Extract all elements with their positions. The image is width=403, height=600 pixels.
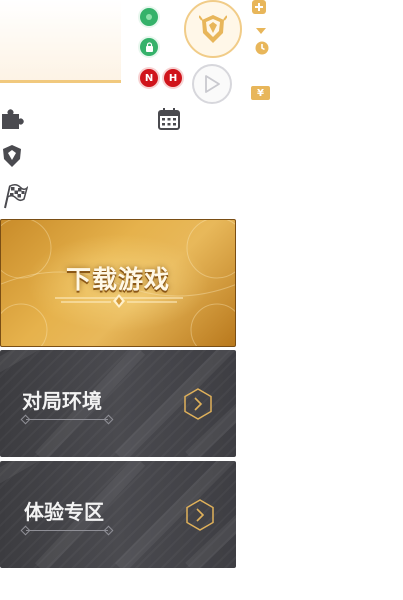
top-panel	[0, 0, 121, 83]
chevron-right-icon[interactable]	[185, 499, 215, 531]
chevron-right-icon[interactable]	[183, 388, 213, 420]
match-environment-banner[interactable]: 对局环境	[0, 350, 236, 457]
caret-down-icon[interactable]	[255, 27, 267, 35]
play-button[interactable]	[192, 64, 232, 104]
plus-icon[interactable]	[252, 0, 266, 14]
lock-status-dot	[140, 38, 158, 56]
badge-h[interactable]: H	[164, 69, 182, 87]
helmet-icon[interactable]	[0, 144, 24, 168]
download-game-banner[interactable]: 下载游戏	[0, 219, 236, 347]
puzzle-icon[interactable]	[0, 108, 24, 132]
title-underline-ornament	[55, 294, 183, 308]
lock-icon	[145, 42, 153, 52]
play-icon	[205, 75, 220, 93]
online-status-dot	[140, 8, 158, 26]
currency-ticket-icon[interactable]: ¥	[251, 86, 270, 100]
download-game-title: 下载游戏	[65, 265, 170, 294]
title-underline	[26, 530, 108, 531]
experience-zone-banner[interactable]: 体验专区	[0, 461, 236, 568]
clock-icon	[255, 41, 269, 55]
title-underline	[26, 419, 108, 420]
experience-zone-title: 体验专区	[24, 500, 104, 524]
checkered-flag-icon[interactable]	[2, 183, 28, 209]
helmet-icon	[199, 15, 227, 43]
match-environment-title: 对局环境	[22, 389, 102, 413]
calendar-icon[interactable]	[157, 107, 181, 131]
avatar[interactable]	[184, 0, 242, 58]
badge-n[interactable]: N	[140, 69, 158, 87]
